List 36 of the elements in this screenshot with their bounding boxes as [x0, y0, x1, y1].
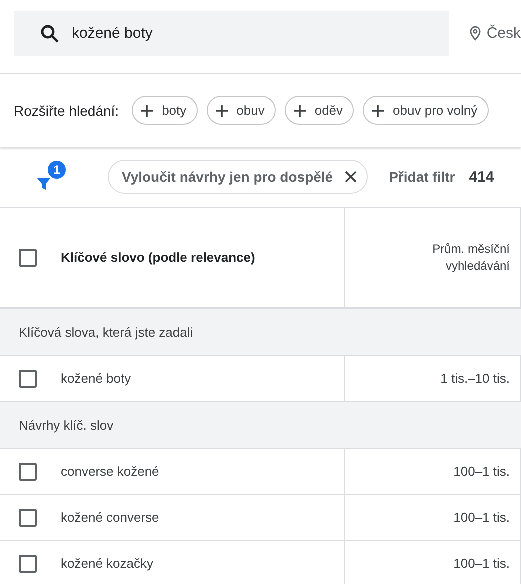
group-label: Návrhy klíč. slov: [19, 418, 114, 432]
select-all-checkbox[interactable]: [19, 248, 37, 266]
keyword-cell: converse kožené: [61, 464, 160, 479]
add-filter-button[interactable]: Přidat filtr: [389, 169, 456, 185]
search-value: kožené boty: [72, 25, 153, 42]
column-header[interactable]: Klíčové slovo (podle relevance): [61, 250, 256, 265]
search-field[interactable]: kožené boty: [14, 11, 449, 56]
row-checkbox[interactable]: [19, 370, 37, 388]
broaden-label: Rozšiřte hledání:: [14, 102, 120, 118]
group-label: Klíčová slova, která jste zadali: [19, 324, 194, 340]
search-icon: [40, 24, 60, 44]
plus-icon: [371, 104, 386, 118]
add-keyword-chip[interactable]: boty: [132, 96, 198, 125]
add-keyword-chip[interactable]: obuv pro volný: [363, 96, 489, 125]
keyword-cell: kožené converse: [61, 510, 160, 525]
close-icon[interactable]: [345, 171, 358, 183]
row-checkbox[interactable]: [19, 554, 37, 572]
result-count: 414: [469, 168, 494, 186]
keyword-cell: kožené kozačky: [61, 556, 154, 571]
filter-chip[interactable]: Vyloučit návrhy jen pro dospělé: [108, 160, 368, 194]
row-checkbox[interactable]: [19, 462, 37, 480]
searches-cell: 100–1 tis.: [454, 510, 510, 525]
plus-icon: [292, 104, 307, 118]
column-header[interactable]: Prům. měsíční vyhledávání: [410, 240, 510, 274]
keyword-cell: kožené boty: [61, 371, 132, 386]
searches-cell: 100–1 tis.: [454, 556, 510, 571]
add-keyword-chip[interactable]: obuv: [206, 96, 276, 125]
searches-cell: 1 tis.–10 tis.: [440, 371, 510, 386]
plus-icon: [140, 104, 154, 118]
plus-icon: [214, 104, 229, 118]
searches-cell: 100–1 tis.: [454, 464, 510, 479]
add-keyword-chip[interactable]: oděv: [284, 96, 354, 125]
location-selector[interactable]: Česk: [486, 25, 521, 42]
row-checkbox[interactable]: [19, 508, 37, 526]
filter-count-badge: 1: [48, 161, 66, 179]
location-pin-icon: [470, 26, 481, 41]
